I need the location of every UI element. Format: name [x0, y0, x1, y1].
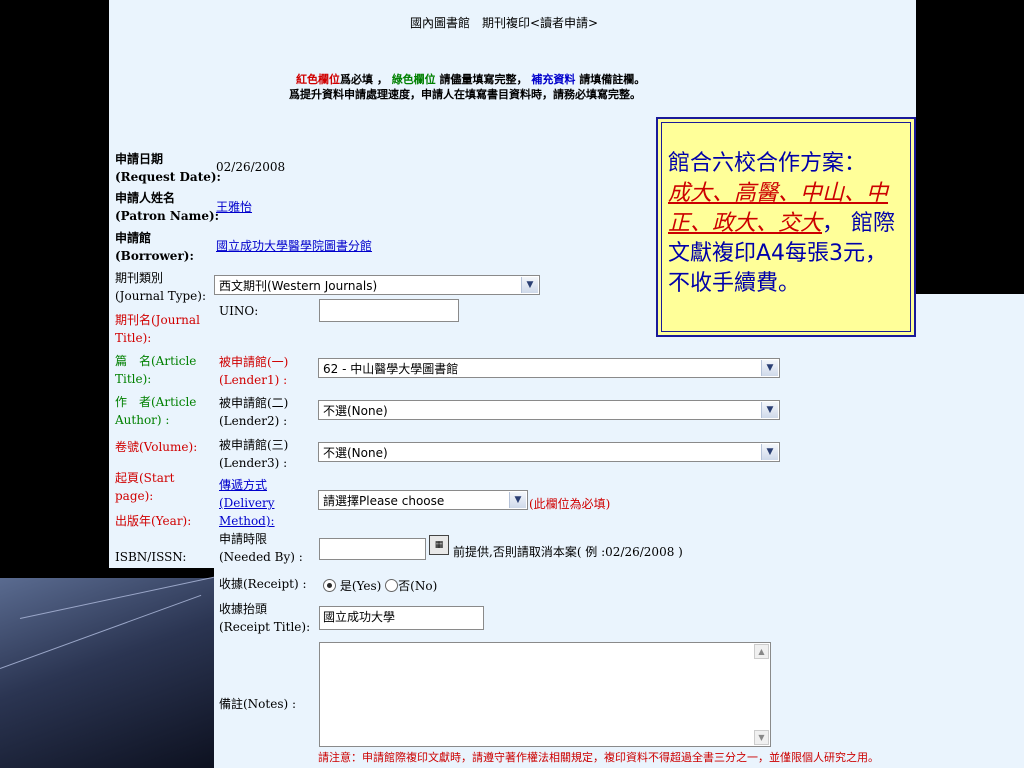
- uino-input[interactable]: [319, 299, 459, 322]
- volume-label: 卷號(Volume):: [115, 440, 198, 454]
- needed-by-label: 申請時限 (Needed By) :: [219, 532, 303, 564]
- chevron-down-icon: ▼: [761, 402, 778, 418]
- chevron-down-icon: ▼: [761, 444, 778, 460]
- chevron-down-icon: ▼: [509, 492, 526, 508]
- instruction-line-1: 紅色欄位爲必填 ， 綠色欄位 請儘量填寫完整， 補充資料 請填備註欄。: [296, 73, 646, 86]
- receipt-label: 收據(Receipt) :: [219, 577, 307, 591]
- lender2-select[interactable]: 不選(None) ▼: [318, 400, 780, 420]
- patron-name-label: 申請人姓名 (Patron Name):: [115, 191, 220, 223]
- lender1-select[interactable]: 62 - 中山醫學大學圖書館 ▼: [318, 358, 780, 378]
- notes-textarea[interactable]: ▲ ▼: [319, 642, 771, 747]
- receipt-title-label: 收據抬頭 (Receipt Title):: [219, 602, 311, 634]
- start-page-label: 起頁(Start page):: [115, 471, 175, 503]
- receipt-no-label: 否(No): [398, 579, 438, 593]
- patron-name-link[interactable]: 王雅怡: [216, 198, 252, 215]
- isbn-label: ISBN/ISSN:: [115, 550, 187, 564]
- copyright-notice: 請注意：申請館際複印文獻時，請遵守著作權法相關規定，複印資料不得超過全書三分之一…: [318, 751, 879, 764]
- callout-text: 館合六校合作方案： 成大、高醫、中山、中正、政大、交大， 館際文獻複印A4每張3…: [668, 151, 896, 296]
- chevron-down-icon: ▼: [521, 277, 538, 293]
- promo-callout: 館合六校合作方案： 成大、高醫、中山、中正、政大、交大， 館際文獻複印A4每張3…: [656, 117, 916, 337]
- instruction-line-2: 爲提升資料申請處理速度，申請人在填寫書目資料時，請務必填寫完整。: [289, 88, 641, 101]
- request-date-label: 申請日期 (Request Date):: [115, 152, 221, 184]
- scroll-up-icon[interactable]: ▲: [754, 644, 769, 659]
- borrower-link[interactable]: 國立成功大學醫學院圖書分館: [216, 237, 372, 254]
- uino-label: UINO:: [219, 304, 259, 318]
- request-date-value: 02/26/2008: [216, 160, 286, 174]
- borrower-label: 申請館 (Borrower):: [115, 231, 194, 263]
- decorative-background: [0, 576, 216, 768]
- receipt-no-radio[interactable]: [385, 579, 399, 592]
- notes-label: 備註(Notes) :: [219, 697, 297, 711]
- receipt-radio-group: 是(Yes) 否(No): [323, 577, 437, 594]
- needed-by-input[interactable]: [319, 538, 426, 560]
- delivery-method-select[interactable]: 請選擇Please choose ▼: [318, 490, 528, 510]
- lender3-label: 被申請館(三) (Lender3) :: [219, 438, 289, 470]
- calendar-icon[interactable]: ▦: [429, 535, 449, 555]
- journal-type-select[interactable]: 西文期刊(Western Journals) ▼: [214, 275, 540, 295]
- lender3-select[interactable]: 不選(None) ▼: [318, 442, 780, 462]
- lender2-label: 被申請館(二) (Lender2) :: [219, 396, 289, 428]
- chevron-down-icon: ▼: [761, 360, 778, 376]
- journal-title-label: 期刊名(Journal Title):: [115, 313, 200, 345]
- page-title: 國內圖書館 期刊複印<讀者申請>: [410, 16, 599, 30]
- delivery-required-note: (此欄位為必填): [529, 497, 611, 511]
- needed-by-hint: 前提供,否則請取消本案( 例 :02/26/2008 ): [453, 545, 683, 559]
- journal-type-label: 期刊類別 (Journal Type):: [115, 271, 207, 303]
- year-label: 出版年(Year):: [115, 514, 192, 528]
- article-title-label: 篇 名(Article Title):: [115, 354, 197, 386]
- lender1-label: 被申請館(一) (Lender1) :: [219, 355, 289, 387]
- scroll-down-icon[interactable]: ▼: [754, 730, 769, 745]
- receipt-title-input[interactable]: 國立成功大學: [319, 606, 484, 630]
- delivery-method-link[interactable]: 傳遞方式 (Delivery Method):: [219, 476, 275, 530]
- receipt-yes-label: 是(Yes): [339, 579, 382, 593]
- author-label: 作 者(Article Author) :: [115, 395, 197, 427]
- receipt-yes-radio[interactable]: [323, 579, 336, 592]
